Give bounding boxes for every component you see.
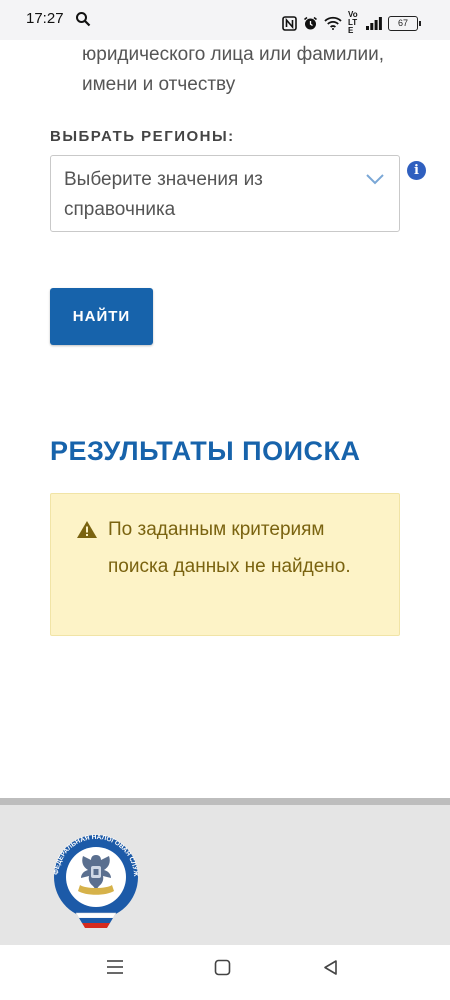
nfc-icon [282, 15, 297, 31]
alarm-icon [304, 16, 317, 29]
search-hint-text: юридического лица или фамилии, имени и о… [82, 44, 385, 95]
network-type-label: Vo LTE [348, 10, 358, 35]
footer: ФЕДЕРАЛЬНАЯ НАЛОГОВАЯ СЛУЖБА [0, 798, 450, 945]
status-bar: 17:27 Vo LTE 67 [0, 0, 450, 40]
results-title: РЕЗУЛЬТАТЫ ПОИСКА [50, 436, 361, 466]
fns-logo[interactable]: ФЕДЕРАЛЬНАЯ НАЛОГОВАЯ СЛУЖБА [52, 833, 140, 931]
region-label: ВЫБРАТЬ РЕГИОНЫ: [50, 128, 235, 145]
warning-icon [77, 521, 97, 538]
info-icon[interactable]: i [407, 161, 426, 180]
region-select[interactable]: Выберите значения из справочника [50, 155, 400, 232]
menu-icon[interactable] [106, 959, 124, 975]
status-icons: Vo LTE 67 [282, 10, 421, 35]
home-icon[interactable] [214, 959, 231, 976]
no-results-alert: По заданным критериям поиска данных не н… [50, 493, 400, 636]
wifi-icon [324, 16, 342, 30]
signal-icon [366, 16, 382, 30]
battery-level: 67 [397, 17, 408, 28]
no-results-message: По заданным критериям поиска данных не н… [108, 519, 351, 577]
chevron-down-icon [366, 174, 384, 185]
status-time: 17:27 [26, 10, 64, 27]
find-button[interactable]: НАЙТИ [50, 288, 153, 345]
battery-icon: 67 [388, 15, 421, 31]
search-icon [76, 12, 91, 27]
back-icon[interactable] [322, 959, 339, 976]
region-select-placeholder: Выберите значения из справочника [64, 169, 263, 220]
system-nav-bar [0, 945, 450, 1000]
